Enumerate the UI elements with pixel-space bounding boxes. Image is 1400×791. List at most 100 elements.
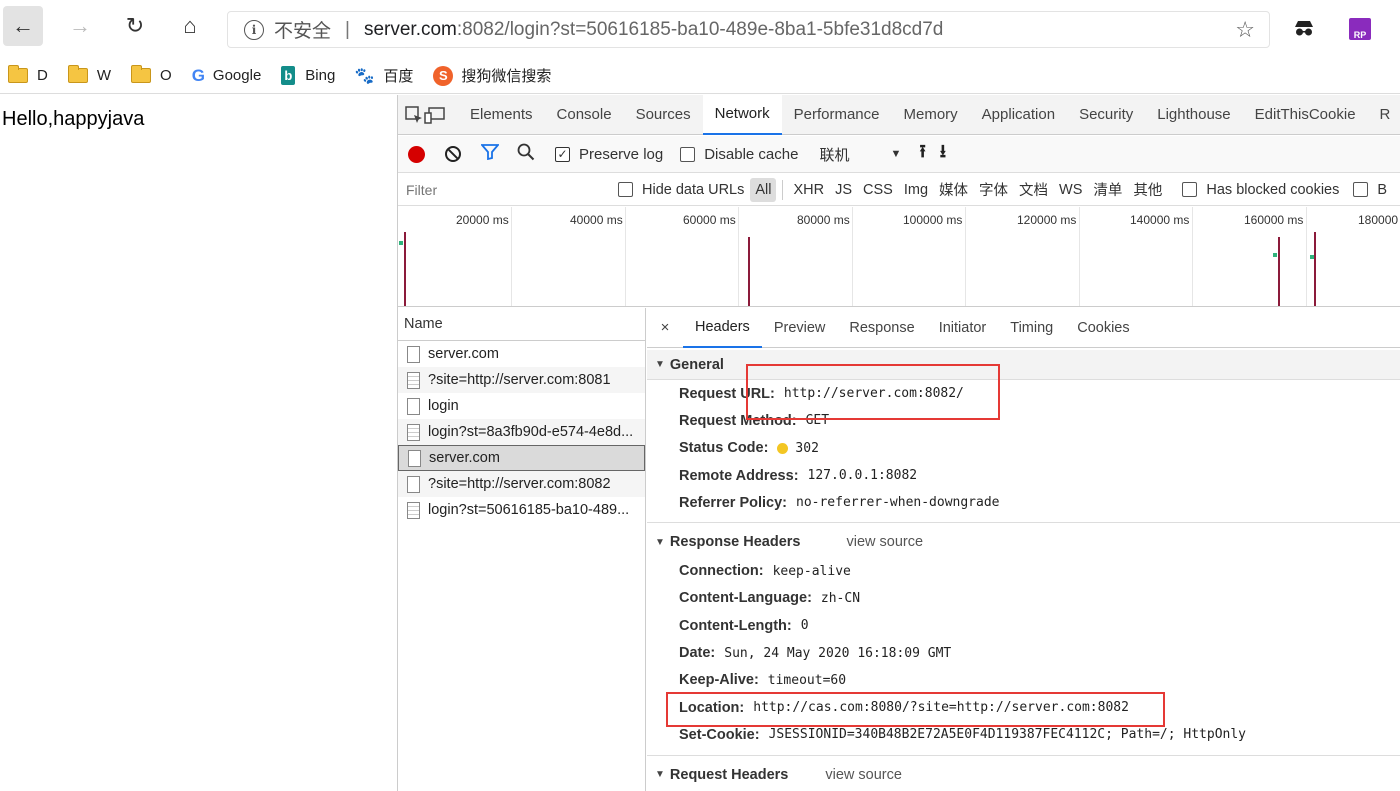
filter-type-css[interactable]: CSS: [858, 178, 898, 202]
bookmark-bing[interactable]: b Bing: [281, 66, 335, 85]
filter-type-doc[interactable]: 文档: [1014, 178, 1053, 202]
throttle-select[interactable]: 联机 ▼: [815, 141, 905, 167]
preserve-log-label: Preserve log: [579, 145, 664, 163]
request-row[interactable]: login?st=50616185-ba10-489...: [398, 497, 645, 523]
filter-input[interactable]: [402, 177, 612, 202]
tab-application[interactable]: Application: [970, 95, 1067, 135]
file-icon: [407, 397, 420, 415]
document-icon: [407, 501, 420, 519]
network-overview-timeline[interactable]: 20000 ms 40000 ms 60000 ms 80000 ms 1000…: [398, 207, 1400, 307]
clear-button[interactable]: [445, 146, 461, 162]
filter-separator: [782, 179, 784, 200]
incognito-extension-icon[interactable]: [1292, 18, 1316, 40]
view-source-link[interactable]: view source: [846, 534, 923, 550]
filter-icon[interactable]: [480, 143, 500, 165]
file-icon: [407, 475, 420, 493]
general-section-header[interactable]: ▼ General: [647, 350, 1400, 380]
search-icon[interactable]: [517, 143, 535, 166]
grid-line: [625, 207, 626, 306]
timeline-tick-label: 180000 ms: [1358, 213, 1400, 227]
triangle-down-icon: ▼: [655, 769, 665, 781]
disable-cache-checkbox[interactable]: [680, 146, 696, 162]
page-content: Hello,happyjava: [0, 95, 397, 791]
home-button[interactable]: ⌂: [170, 6, 210, 46]
filter-type-xhr[interactable]: XHR: [788, 178, 829, 202]
filter-type-manifest[interactable]: 清单: [1088, 178, 1127, 202]
tab-console[interactable]: Console: [545, 95, 624, 135]
preserve-log-checkbox[interactable]: ✓: [555, 146, 570, 162]
info-icon[interactable]: i: [244, 19, 264, 40]
record-button[interactable]: [408, 145, 425, 163]
request-row[interactable]: ?site=http://server.com:8082: [398, 471, 645, 497]
bookmark-baidu[interactable]: 🐾 百度: [355, 65, 413, 86]
hide-data-urls-checkbox[interactable]: [618, 182, 633, 197]
tab-cookies[interactable]: Cookies: [1065, 308, 1141, 348]
view-source-link[interactable]: view source: [825, 767, 902, 783]
timeline-tick-label: 120000 ms: [1017, 213, 1077, 227]
request-row-selected[interactable]: server.com: [398, 445, 645, 471]
bookmark-sogou[interactable]: S 搜狗微信搜索: [433, 65, 551, 86]
baidu-icon: 🐾: [354, 67, 375, 85]
tab-network[interactable]: Network: [702, 94, 782, 135]
tab-overflow[interactable]: R: [1368, 95, 1400, 135]
timeline-tick-label: 40000 ms: [570, 213, 623, 227]
tab-security[interactable]: Security: [1067, 95, 1145, 135]
timeline-tick-label: 80000 ms: [797, 213, 850, 227]
folder-icon: [8, 65, 28, 83]
grid-line: [738, 207, 739, 306]
filter-bar: Hide data URLs All XHR JS CSS Img 媒体 字体 …: [398, 174, 1400, 206]
tab-headers[interactable]: Headers: [683, 308, 762, 348]
tab-preview[interactable]: Preview: [762, 308, 838, 348]
url-host: server.com: [363, 18, 457, 40]
header-row: Date: Sun, 24 May 2020 16:18:09 GMT: [679, 645, 952, 662]
header-row: Status Code: 302: [679, 440, 819, 457]
tab-memory[interactable]: Memory: [892, 95, 970, 135]
tab-lighthouse[interactable]: Lighthouse: [1145, 95, 1242, 135]
tab-performance[interactable]: Performance: [782, 95, 892, 135]
tab-timing[interactable]: Timing: [998, 308, 1065, 348]
back-button[interactable]: ←: [3, 6, 43, 46]
filter-type-ws[interactable]: WS: [1054, 178, 1087, 202]
bookmark-folder-w[interactable]: W: [67, 65, 111, 84]
request-row[interactable]: login: [398, 393, 645, 419]
filter-type-js[interactable]: JS: [830, 178, 857, 202]
request-row[interactable]: ?site=http://server.com:8081: [398, 367, 645, 393]
forward-button[interactable]: →: [60, 6, 100, 46]
inspect-element-icon[interactable]: [404, 100, 424, 130]
bookmark-star-icon[interactable]: ☆: [1235, 17, 1255, 43]
tab-initiator[interactable]: Initiator: [927, 308, 999, 348]
close-icon[interactable]: ×: [647, 319, 683, 336]
tab-elements[interactable]: Elements: [458, 95, 545, 135]
url-text[interactable]: server.com:8082/login?st=50616185-ba10-4…: [364, 19, 943, 41]
header-row: Connection: keep-alive: [679, 563, 851, 580]
filter-type-img[interactable]: Img: [899, 178, 933, 202]
document-icon: [407, 423, 420, 441]
tab-editthiscookie[interactable]: EditThisCookie: [1243, 95, 1368, 135]
filter-type-media[interactable]: 媒体: [934, 178, 973, 202]
name-column-header[interactable]: Name: [398, 308, 645, 341]
request-bar: [748, 237, 750, 306]
bookmark-folder-d[interactable]: D: [8, 65, 48, 84]
bookmark-folder-o[interactable]: O: [131, 65, 172, 84]
export-har-icon[interactable]: ⭳: [940, 139, 946, 169]
tab-sources[interactable]: Sources: [624, 95, 703, 135]
request-row[interactable]: server.com: [398, 341, 645, 367]
blocked-requests-label: B: [1377, 181, 1388, 198]
filter-type-font[interactable]: 字体: [974, 178, 1013, 202]
filter-type-all[interactable]: All: [750, 177, 777, 202]
header-row: Remote Address: 127.0.0.1:8082: [679, 467, 918, 484]
has-blocked-cookies-checkbox[interactable]: [1182, 182, 1198, 197]
request-headers-section-header[interactable]: ▼ Request Headers view source: [647, 760, 1400, 790]
response-headers-section-header[interactable]: ▼ Response Headers view source: [647, 527, 1400, 557]
reload-button[interactable]: ↻: [115, 6, 155, 46]
blocked-requests-checkbox[interactable]: [1353, 182, 1369, 197]
filter-type-other[interactable]: 其他: [1128, 178, 1167, 202]
device-toolbar-icon[interactable]: [424, 100, 446, 130]
timeline-tick-label: 140000 ms: [1130, 213, 1190, 227]
import-har-icon[interactable]: ⭱: [919, 139, 925, 169]
rp-extension-icon[interactable]: RP: [1349, 18, 1371, 40]
tab-response[interactable]: Response: [837, 308, 926, 348]
bookmark-google[interactable]: G Google: [192, 66, 262, 86]
address-bar[interactable]: i 不安全 | server.com:8082/login?st=5061618…: [227, 11, 1270, 48]
request-row[interactable]: login?st=8a3fb90d-e574-4e8d...: [398, 419, 645, 445]
